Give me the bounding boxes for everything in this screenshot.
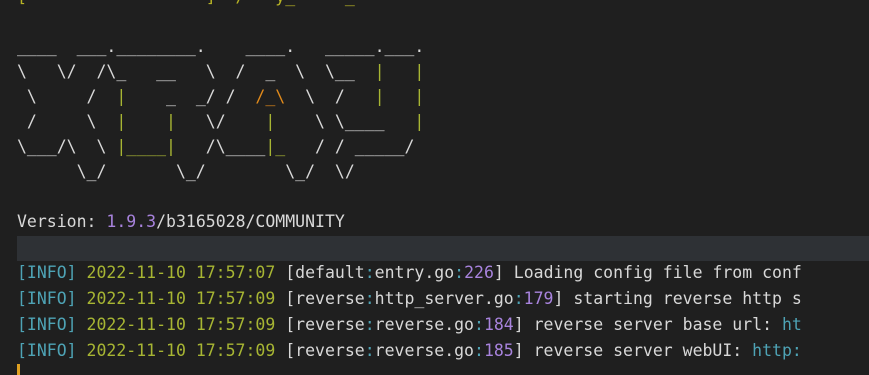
banner-row-4-accent-d: | [414,112,425,131]
log-line: [INFO] 2022-11-10 17:57:09 [reverse:reve… [17,341,802,360]
banner-row-3-text-c: \ / [285,87,375,106]
version-label: Version [17,212,87,231]
banner-row-3-accent-b: | | [374,87,425,106]
banner-row-5-text-a: \___/\ \ [17,137,117,156]
selected-line-highlight [17,236,869,261]
banner-row-5-text-b: /\____ [175,137,266,156]
log-file: reverse.go [374,341,474,360]
log-message: Loading config file from conf [503,263,802,282]
banner-row-3-text-a: \ / [17,87,117,106]
banner-row-3-accent-a: | [116,87,127,106]
log-file: reverse.go [374,315,474,334]
version-number: 1.9.3 [106,212,157,231]
terminal-cursor [17,364,20,375]
banner-row-2-text: \ \/ /\_ __ \ / _ \ \__ [17,62,375,81]
log-timestamp: 2022-11-10 17:57:09 [86,289,276,308]
banner-row-5-accent-a: |____| [116,137,176,156]
version-build: /b3165028/COMMUNITY [156,212,345,231]
banner-row-3: \ / | _ _/ / /_\ \ / | | [17,84,424,110]
log-line-number: 226 [464,263,494,282]
log-level: [INFO] [17,289,77,308]
banner-row-4-text-c: \/ [175,112,266,131]
log-timestamp: 2022-11-10 17:57:07 [86,263,276,282]
banner-row-1: ____ ___.________. ____. _____.___. [17,37,425,56]
log-line: [INFO] 2022-11-10 17:57:07 [default:entr… [17,263,802,282]
log-timestamp: 2022-11-10 17:57:09 [86,341,276,360]
banner-row-2: \ \/ /\_ __ \ / _ \ \__ | | [17,59,424,85]
banner-row-4-accent-a: | [116,112,127,131]
log-line-number: 179 [523,289,554,308]
banner-row-2-accent: | | [374,62,425,81]
version-line: Version: 1.9.3/b3165028/COMMUNITY [17,209,345,235]
log-line-number: 184 [483,315,514,334]
log-message: starting reverse http s [563,289,802,308]
version-separator: : [86,212,107,231]
log-line: [INFO] 2022-11-10 17:57:09 [reverse:http… [17,289,802,308]
log-module: reverse [295,315,365,334]
terminal-output[interactable]: [ ] / y_ _ ____ ___.________. ____. ____… [0,0,869,375]
banner-row-5-accent-b: |_ [265,137,286,156]
log-level: [INFO] [17,263,77,282]
banner-row-4-text-b [126,112,166,131]
banner-row-4: / \ | | \/ | \ \____ | [17,109,424,135]
log-message: reverse server webUI: [523,341,753,360]
clipped-previous-line: [ ] / y_ _ [17,0,355,10]
log-level: [INFO] [17,341,77,360]
log-module: reverse [295,341,365,360]
banner-row-6: \_/ \_/ \_/ \/ [17,162,355,181]
log-file: entry.go [374,263,455,282]
log-module: default [295,263,365,282]
log-message: reverse server base url: [523,315,782,334]
banner-row-4-accent-c: | [265,112,276,131]
banner-row-5: \___/\ \ |____| /\____|_ / / _____/ [17,134,414,160]
log-level: [INFO] [17,315,77,334]
banner-row-4-text-a: / \ [17,112,117,131]
banner-row-4-text-d: \ \____ [275,112,415,131]
banner-row-3-text-b: _ _/ / [126,87,256,106]
log-line: [INFO] 2022-11-10 17:57:09 [reverse:reve… [17,315,802,334]
banner-row-3-highlight: /_\ [255,87,286,106]
log-module: reverse [295,289,365,308]
log-message-tail: http: [752,341,802,360]
banner-row-4-accent-b: | [166,112,176,131]
log-message-tail: ht [781,315,802,334]
log-timestamp: 2022-11-10 17:57:09 [86,315,276,334]
banner-row-5-text-c: / / _____/ [285,137,415,156]
log-line-number: 185 [483,341,514,360]
log-file: http_server.go [374,289,514,308]
